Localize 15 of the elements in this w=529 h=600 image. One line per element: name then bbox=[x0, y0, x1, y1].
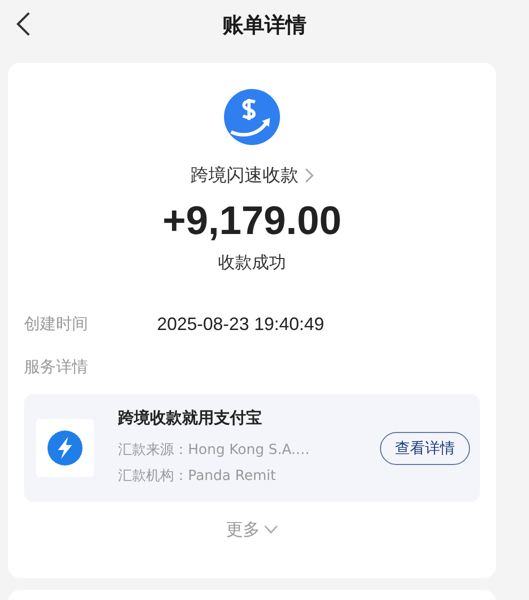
chevron-down-icon[interactable] bbox=[264, 525, 278, 534]
section-label: 服务详情 bbox=[24, 357, 89, 378]
status-text: 收款成功 bbox=[218, 252, 286, 274]
field-label: 创建时间 bbox=[24, 314, 89, 335]
view-details-button[interactable]: 查看详情 bbox=[380, 432, 470, 464]
transaction-type-link[interactable]: 跨境闪速收款 bbox=[190, 163, 298, 187]
chevron-right-icon[interactable] bbox=[304, 168, 314, 182]
lightning-icon bbox=[47, 430, 83, 466]
service-title: 跨境收款就用支付宝 bbox=[118, 408, 263, 428]
amount-text: +9,179.00 bbox=[162, 199, 342, 243]
page-title: 账单详情 bbox=[222, 12, 306, 39]
back-icon[interactable] bbox=[15, 11, 31, 37]
field-value: 2025-08-23 19:40:49 bbox=[157, 314, 324, 335]
service-detail-text: 汇款来源：Hong Kong S.A.… bbox=[118, 440, 311, 460]
service-detail-text: 汇款机构：Panda Remit bbox=[118, 466, 277, 486]
